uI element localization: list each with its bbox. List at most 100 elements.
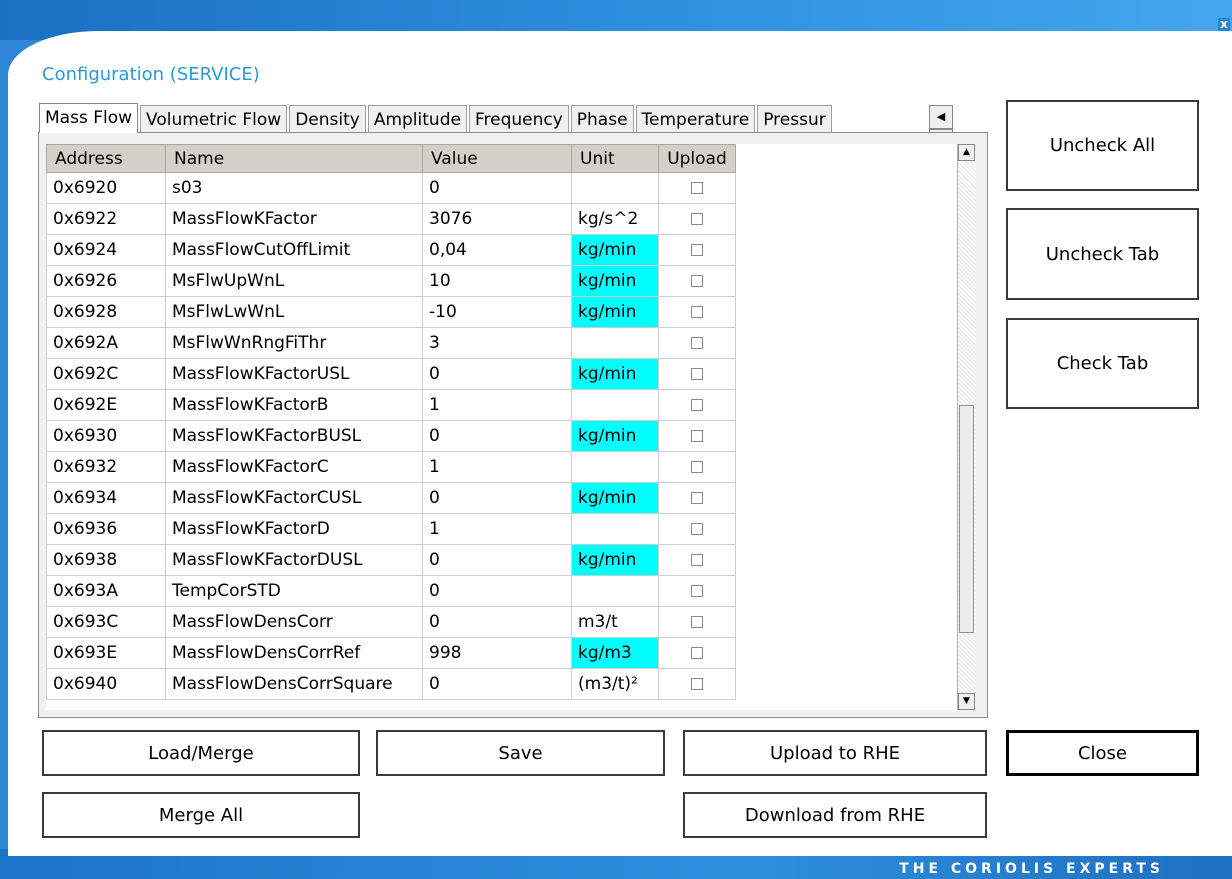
tab-pressur[interactable]: Pressur (757, 105, 832, 133)
upload-checkbox[interactable] (691, 678, 703, 690)
table-row[interactable]: 0x6932 MassFlowKFactorC 1 (46, 451, 736, 483)
upload-checkbox[interactable] (691, 306, 703, 318)
tab-temperature[interactable]: Temperature (635, 105, 756, 133)
cell-value[interactable]: 1 (422, 513, 572, 545)
col-header-unit[interactable]: Unit (571, 144, 659, 173)
table-row[interactable]: 0x693E MassFlowDensCorrRef 998 kg/m3 (46, 637, 736, 669)
cell-value[interactable]: 3 (422, 327, 572, 359)
cell-upload (658, 234, 736, 266)
upload-checkbox[interactable] (691, 585, 703, 597)
upload-checkbox[interactable] (691, 647, 703, 659)
table-row[interactable]: 0x693A TempCorSTD 0 (46, 575, 736, 607)
cell-value[interactable]: 1 (422, 389, 572, 421)
upload-checkbox[interactable] (691, 492, 703, 504)
cell-value[interactable]: -10 (422, 296, 572, 328)
table-row[interactable]: 0x6936 MassFlowKFactorD 1 (46, 513, 736, 545)
cell-value[interactable]: 1 (422, 451, 572, 483)
check-tab-button[interactable]: Check Tab (1006, 318, 1199, 409)
cell-upload (658, 389, 736, 421)
cell-value[interactable]: 0 (422, 482, 572, 514)
scroll-down-icon[interactable]: ▼ (958, 693, 975, 710)
cell-name: MassFlowDensCorrRef (165, 637, 423, 669)
tab-phase[interactable]: Phase (570, 105, 634, 133)
upload-checkbox[interactable] (691, 213, 703, 225)
cell-value[interactable]: 998 (422, 637, 572, 669)
upload-checkbox[interactable] (691, 399, 703, 411)
cell-name: MassFlowKFactorDUSL (165, 544, 423, 576)
table-row[interactable]: 0x693C MassFlowDensCorr 0 m3/t (46, 606, 736, 638)
cell-name: MassFlowDensCorr (165, 606, 423, 638)
cell-address: 0x6924 (46, 234, 166, 266)
table-row[interactable]: 0x6930 MassFlowKFactorBUSL 0 kg/min (46, 420, 736, 452)
upload-checkbox[interactable] (691, 275, 703, 287)
upload-checkbox[interactable] (691, 182, 703, 194)
table-row[interactable]: 0x6922 MassFlowKFactor 3076 kg/s^2 (46, 203, 736, 235)
upload-checkbox[interactable] (691, 616, 703, 628)
close-icon[interactable]: x (1218, 18, 1230, 31)
table-row[interactable]: 0x692C MassFlowKFactorUSL 0 kg/min (46, 358, 736, 390)
upload-checkbox[interactable] (691, 244, 703, 256)
cell-name: s03 (165, 172, 423, 204)
table-row[interactable]: 0x6920 s03 0 (46, 172, 736, 204)
cell-unit: kg/s^2 (571, 203, 659, 235)
vertical-scrollbar[interactable]: ▲ ▼ (957, 144, 976, 710)
scroll-thumb[interactable] (959, 405, 974, 633)
cell-value[interactable]: 0 (422, 172, 572, 204)
cell-address: 0x6936 (46, 513, 166, 545)
merge-all-button[interactable]: Merge All (42, 792, 360, 838)
upload-checkbox[interactable] (691, 554, 703, 566)
download-from-rhe-button[interactable]: Download from RHE (683, 792, 987, 838)
cell-upload (658, 606, 736, 638)
col-header-name[interactable]: Name (165, 144, 423, 173)
uncheck-all-button[interactable]: Uncheck All (1006, 100, 1199, 191)
cell-value[interactable]: 10 (422, 265, 572, 297)
col-header-upload[interactable]: Upload (658, 144, 736, 173)
tab-density[interactable]: Density (289, 105, 366, 133)
cell-upload (658, 358, 736, 390)
cell-value[interactable]: 0 (422, 420, 572, 452)
cell-value[interactable]: 0 (422, 606, 572, 638)
tab-mass-flow[interactable]: Mass Flow (39, 103, 139, 133)
scroll-up-icon[interactable]: ▲ (958, 144, 975, 161)
tab-amplitude[interactable]: Amplitude (367, 105, 467, 133)
cell-upload (658, 420, 736, 452)
cell-value[interactable]: 0 (422, 575, 572, 607)
cell-unit (571, 451, 659, 483)
close-button[interactable]: Close (1006, 730, 1199, 776)
upload-checkbox[interactable] (691, 368, 703, 380)
col-header-address[interactable]: Address (46, 144, 166, 173)
table-row[interactable]: 0x6934 MassFlowKFactorCUSL 0 kg/min (46, 482, 736, 514)
load-merge-button[interactable]: Load/Merge (42, 730, 360, 776)
cell-value[interactable]: 0,04 (422, 234, 572, 266)
uncheck-tab-button[interactable]: Uncheck Tab (1006, 208, 1199, 300)
upload-checkbox[interactable] (691, 337, 703, 349)
cell-value[interactable]: 0 (422, 358, 572, 390)
upload-checkbox[interactable] (691, 523, 703, 535)
col-header-value[interactable]: Value (422, 144, 572, 173)
table-row[interactable]: 0x692A MsFlwWnRngFiThr 3 (46, 327, 736, 359)
table-row[interactable]: 0x6938 MassFlowKFactorDUSL 0 kg/min (46, 544, 736, 576)
table-row[interactable]: 0x6928 MsFlwLwWnL -10 kg/min (46, 296, 736, 328)
table-row[interactable]: 0x6940 MassFlowDensCorrSquare 0 (m3/t)² (46, 668, 736, 700)
cell-address: 0x6926 (46, 265, 166, 297)
upload-checkbox[interactable] (691, 430, 703, 442)
cell-upload (658, 668, 736, 700)
save-button[interactable]: Save (376, 730, 665, 776)
tab-frequency[interactable]: Frequency (468, 105, 569, 133)
cell-value[interactable]: 0 (422, 544, 572, 576)
cell-unit (571, 389, 659, 421)
table-row[interactable]: 0x6926 MsFlwUpWnL 10 kg/min (46, 265, 736, 297)
cell-unit: kg/min (571, 234, 659, 266)
upload-checkbox[interactable] (691, 461, 703, 473)
tab-scroll-left-icon[interactable]: ◀ (929, 105, 953, 129)
cell-value[interactable]: 0 (422, 668, 572, 700)
cell-upload (658, 451, 736, 483)
cell-value[interactable]: 3076 (422, 203, 572, 235)
cell-address: 0x6938 (46, 544, 166, 576)
upload-to-rhe-button[interactable]: Upload to RHE (683, 730, 987, 776)
cell-name: TempCorSTD (165, 575, 423, 607)
cell-name: MassFlowKFactorD (165, 513, 423, 545)
table-row[interactable]: 0x6924 MassFlowCutOffLimit 0,04 kg/min (46, 234, 736, 266)
table-row[interactable]: 0x692E MassFlowKFactorB 1 (46, 389, 736, 421)
tab-volumetric-flow[interactable]: Volumetric Flow (140, 105, 288, 133)
